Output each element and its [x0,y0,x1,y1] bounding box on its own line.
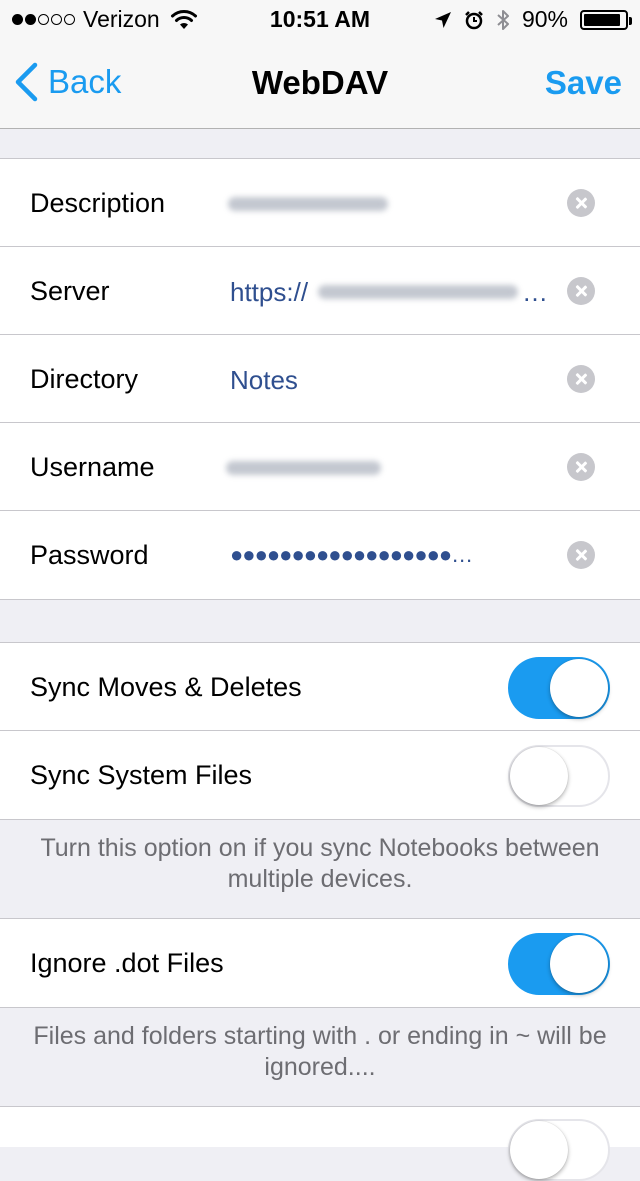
username-row[interactable]: Username [0,422,640,511]
save-button[interactable]: Save [545,64,622,102]
battery-icon [580,9,632,30]
sync-system-toggle[interactable] [508,745,610,807]
ignore-note: Files and folders starting with . or end… [33,1022,607,1081]
password-clear-icon[interactable] [567,541,595,569]
sync-system-label: Sync System Files [30,760,253,790]
alarm-clock-icon [465,10,483,29]
description-clear-icon[interactable] [567,189,595,217]
directory-label: Directory [30,364,139,394]
next-option-row [0,1106,640,1181]
username-value-redacted[interactable] [226,461,381,475]
sync-moves-row: Sync Moves & Deletes [0,643,640,731]
battery-percent: 90% [521,6,568,32]
ignore-dot-row: Ignore .dot Files [0,919,640,1007]
directory-clear-icon[interactable] [567,365,595,393]
location-arrow-icon [434,11,451,28]
username-label: Username [30,452,155,482]
sync-moves-toggle[interactable] [508,657,610,719]
ignore-dot-toggle[interactable] [508,933,610,995]
status-bar: Verizon 10:51 AM 90% [0,0,640,40]
sync-options-group: Sync Moves & Deletes Sync System Files [0,642,640,820]
server-clear-icon[interactable] [567,277,595,305]
password-value[interactable]: ●●●●●●●●●●●●●●●●●●… [230,511,473,599]
account-fields-group: Description Server https:// … Directory … [0,158,640,600]
navigation-bar: Back WebDAV Save [0,40,640,129]
username-clear-icon[interactable] [567,453,595,481]
password-row[interactable]: Password ●●●●●●●●●●●●●●●●●●… [0,510,640,599]
directory-value[interactable]: Notes [230,335,298,425]
status-right: 90% [434,6,632,33]
directory-row[interactable]: Directory Notes [0,334,640,425]
server-ellipsis: … [522,277,548,307]
server-value[interactable]: https:// [230,247,308,337]
sync-system-row: Sync System Files [0,730,640,819]
server-value-redacted [318,285,518,299]
server-label: Server [30,276,110,306]
description-label: Description [30,188,166,218]
password-label: Password [30,540,149,570]
description-row[interactable]: Description [0,159,640,247]
sync-moves-label: Sync Moves & Deletes [30,672,302,702]
bluetooth-icon [497,9,509,30]
ignore-dot-label: Ignore .dot Files [30,948,224,978]
server-row[interactable]: Server https:// … [0,246,640,337]
ignore-dot-group: Ignore .dot Files [0,918,640,1008]
description-value-redacted[interactable] [228,197,388,211]
sync-note: Turn this option on if you sync Notebook… [40,834,600,893]
next-option-toggle[interactable] [508,1119,610,1181]
